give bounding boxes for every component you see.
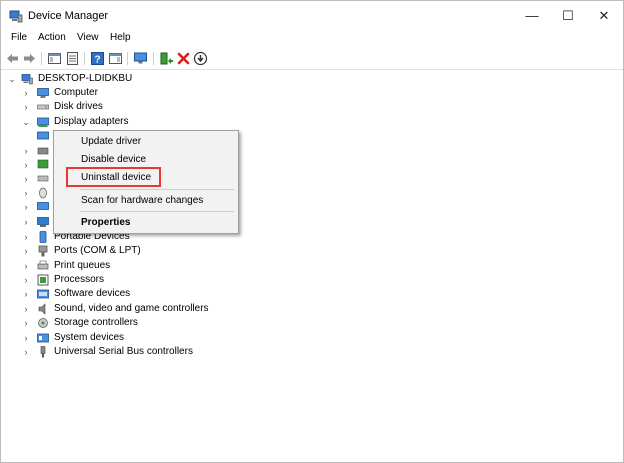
chevron-down-icon[interactable]: ⌄ <box>7 72 17 86</box>
forward-arrow-icon[interactable] <box>22 51 37 66</box>
chevron-right-icon[interactable]: › <box>21 273 31 287</box>
tree-item-label: Processors <box>54 274 105 285</box>
chevron-right-icon[interactable]: › <box>21 86 31 100</box>
maximize-button[interactable]: ☐ <box>549 1 587 31</box>
tree-item-label: System devices <box>54 332 125 343</box>
highlight-box <box>66 167 161 187</box>
show-hide-console-tree-icon[interactable] <box>47 51 62 66</box>
device-category-icon <box>37 202 49 210</box>
back-arrow-icon[interactable] <box>5 51 20 66</box>
disk-drives-icon <box>37 104 49 110</box>
ports-icon <box>38 245 48 257</box>
display-adapters-icon <box>37 117 49 127</box>
software-devices-icon <box>37 289 49 299</box>
tree-item-label: Ports (COM & LPT) <box>54 245 141 256</box>
chevron-right-icon[interactable]: › <box>21 259 31 273</box>
download-circle-icon[interactable] <box>193 51 208 66</box>
device-category-icon <box>37 175 49 182</box>
chevron-right-icon[interactable]: › <box>21 200 31 214</box>
chevron-down-icon[interactable]: ⌄ <box>21 115 31 129</box>
context-separator <box>80 211 234 212</box>
tree-item-label: Sound, video and game controllers <box>54 303 209 314</box>
usb-controllers-icon <box>40 346 46 358</box>
device-manager-window: Device Manager — ☐ ✕ File Action View He… <box>0 0 624 463</box>
device-category-icon <box>37 147 49 155</box>
chevron-right-icon[interactable]: › <box>21 172 31 186</box>
storage-controllers-icon <box>38 318 48 328</box>
computer-icon <box>21 74 33 85</box>
toolbar: ? <box>1 48 623 70</box>
device-tree: ⌄ DESKTOP-LDIDKBU › Computer › Disk drives ⌄… <box>1 70 623 462</box>
computer-icon <box>37 88 49 98</box>
context-item-disable-device[interactable]: Disable device <box>81 154 146 165</box>
chevron-right-icon[interactable]: › <box>21 186 31 200</box>
toolbar-separator <box>84 52 85 65</box>
toolbar-separator <box>153 52 154 65</box>
title-bar: Device Manager — ☐ ✕ <box>1 1 623 31</box>
action-pane-icon[interactable] <box>108 51 123 66</box>
chevron-right-icon[interactable]: › <box>21 230 31 244</box>
uninstall-x-icon[interactable] <box>176 51 191 66</box>
context-item-properties[interactable]: Properties <box>81 217 130 228</box>
menu-help[interactable]: Help <box>110 32 131 43</box>
tree-item-label: Display adapters <box>54 116 129 127</box>
context-separator <box>80 189 234 190</box>
help-icon[interactable]: ? <box>90 51 105 66</box>
chevron-right-icon[interactable]: › <box>21 302 31 316</box>
properties-list-icon[interactable] <box>65 51 80 66</box>
context-item-update-driver[interactable]: Update driver <box>81 136 141 147</box>
chevron-right-icon[interactable]: › <box>21 345 31 359</box>
chevron-right-icon[interactable]: › <box>21 215 31 229</box>
menu-file[interactable]: File <box>11 32 27 43</box>
device-category-icon <box>39 187 47 199</box>
chevron-right-icon[interactable]: › <box>21 287 31 301</box>
processors-icon <box>37 274 49 286</box>
toolbar-separator <box>41 52 42 65</box>
chevron-right-icon[interactable]: › <box>21 100 31 114</box>
tree-item-label: Universal Serial Bus controllers <box>54 346 193 357</box>
chevron-right-icon[interactable]: › <box>21 244 31 258</box>
menu-view[interactable]: View <box>77 32 99 43</box>
sound-video-game-icon <box>38 303 46 315</box>
tree-item-label: Disk drives <box>54 101 103 112</box>
device-category-icon <box>37 159 49 169</box>
monitor-icon[interactable] <box>133 51 148 66</box>
display-adapter-icon <box>37 131 49 140</box>
system-devices-icon <box>37 333 49 343</box>
toolbar-separator <box>127 52 128 65</box>
close-button[interactable]: ✕ <box>585 1 623 31</box>
print-queues-icon <box>37 260 49 270</box>
tree-item-label: Print queues <box>54 260 111 271</box>
tree-root-label: DESKTOP-LDIDKBU <box>38 73 133 84</box>
tree-item-label: Storage controllers <box>54 317 138 328</box>
chevron-right-icon[interactable]: › <box>21 158 31 172</box>
tree-item-label: Software devices <box>54 288 131 299</box>
tree-item-label: Computer <box>54 87 98 98</box>
menu-action[interactable]: Action <box>38 32 66 43</box>
minimize-button[interactable]: — <box>513 1 551 31</box>
window-title: Device Manager <box>28 10 109 22</box>
context-item-scan-hardware[interactable]: Scan for hardware changes <box>81 195 203 206</box>
chevron-right-icon[interactable]: › <box>21 144 31 158</box>
context-menu: Update driver Disable device Uninstall d… <box>53 130 239 234</box>
chevron-right-icon[interactable]: › <box>21 316 31 330</box>
portable-devices-icon <box>39 231 47 243</box>
menu-bar: File Action View Help <box>1 31 623 48</box>
device-category-icon <box>37 217 49 227</box>
update-driver-icon[interactable] <box>159 51 174 66</box>
chevron-right-icon[interactable]: › <box>21 331 31 345</box>
svg-text:?: ? <box>94 55 100 66</box>
device-manager-icon <box>9 10 23 23</box>
